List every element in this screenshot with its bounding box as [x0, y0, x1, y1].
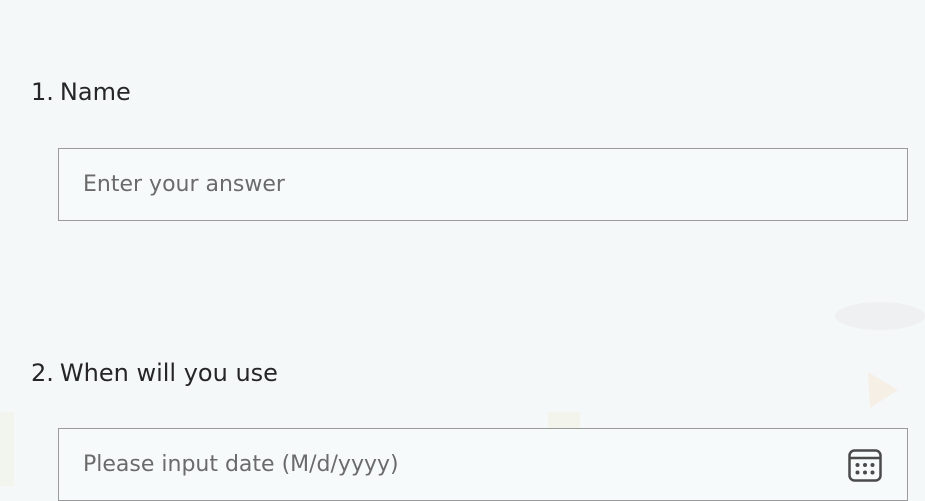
question-1-label: Name: [59, 78, 131, 106]
calendar-icon: [848, 449, 882, 482]
question-1-title: 1. Name: [31, 77, 131, 107]
date-picker-button[interactable]: [847, 447, 883, 483]
question-2-title: 2. When will you use: [31, 358, 278, 388]
question-2-answer-box: [58, 428, 908, 501]
date-input[interactable]: [59, 429, 907, 500]
question-2-number: 2.: [31, 359, 54, 387]
background-decoration-art: [0, 302, 925, 486]
background-decoration: [0, 0, 925, 486]
question-1-number: 1.: [31, 78, 54, 106]
name-input[interactable]: [59, 149, 907, 220]
question-2-label: When will you use: [59, 359, 278, 387]
question-1-answer-box: [58, 148, 908, 221]
